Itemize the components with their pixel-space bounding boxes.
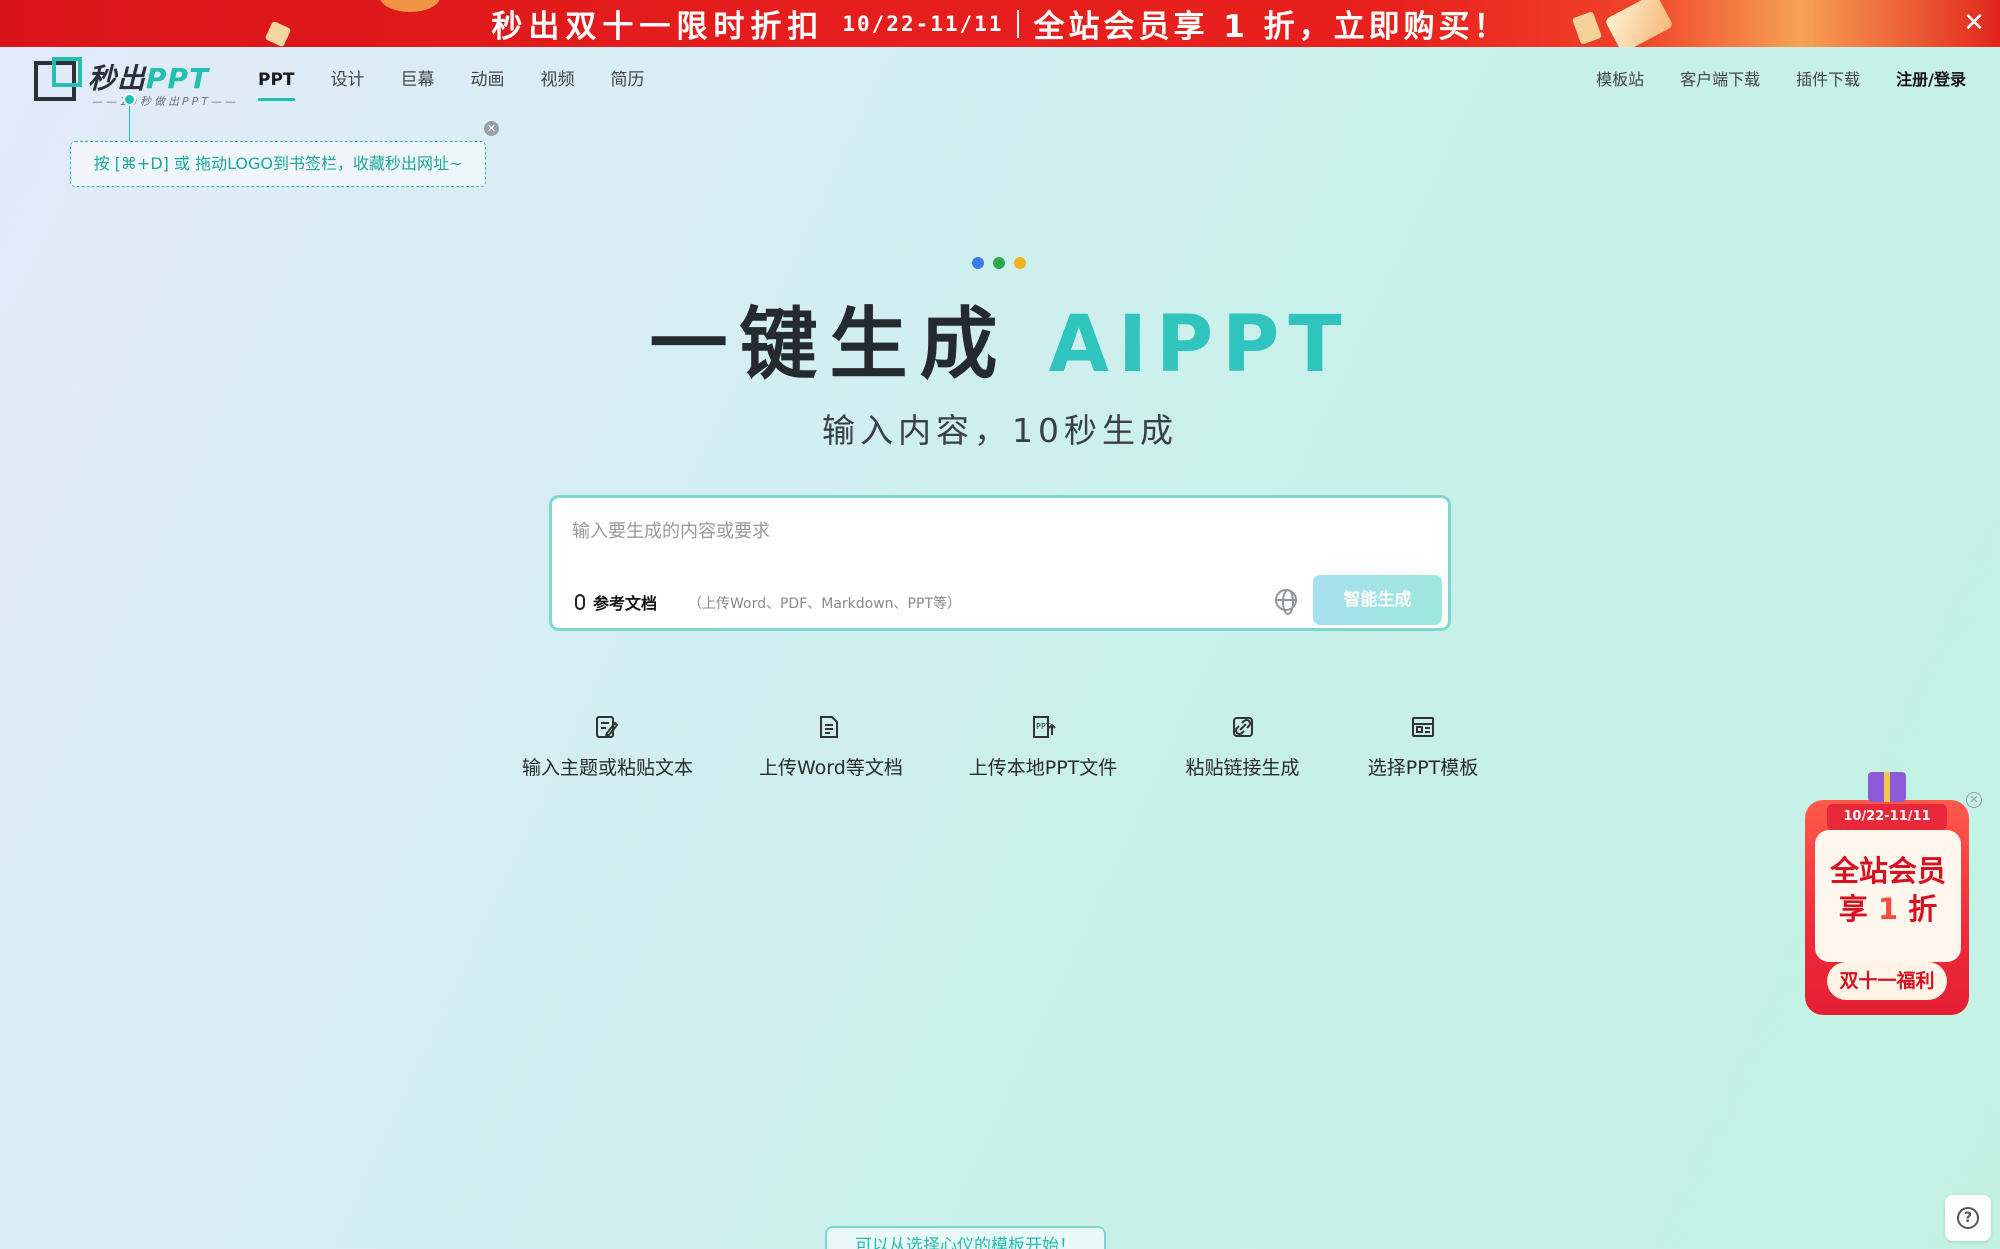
prompt-card: 参考文档 （上传Word、PDF、Markdown、PPT等） 智能生成 bbox=[549, 495, 1451, 631]
paperclip-icon bbox=[575, 594, 585, 610]
coupon-decoration bbox=[1604, 0, 1674, 47]
logo-mark-accent bbox=[52, 57, 82, 87]
bookmark-tooltip: 按 [⌘+D] 或 拖动LOGO到书签栏，收藏秒出网址~ bbox=[70, 141, 486, 187]
smart-generate-button[interactable]: 智能生成 bbox=[1313, 575, 1442, 625]
nav-item-animation[interactable]: 动画 bbox=[471, 47, 505, 113]
promo-benefit-button[interactable]: 双十一福利 bbox=[1827, 962, 1947, 1000]
ppt-upload-icon: PPT bbox=[1029, 713, 1057, 741]
banner-divider bbox=[1017, 9, 1020, 38]
dot-green bbox=[993, 257, 1005, 269]
promo-close-icon[interactable]: ✕ bbox=[1966, 792, 1982, 808]
template-site-link[interactable]: 模板站 bbox=[1596, 47, 1644, 113]
dot-blue bbox=[972, 257, 984, 269]
promo-line1: 全站会员 bbox=[1829, 854, 1946, 888]
link-icon bbox=[1229, 713, 1257, 741]
nav-item-video[interactable]: 视频 bbox=[541, 47, 575, 113]
nav-item-screen[interactable]: 巨幕 bbox=[401, 47, 435, 113]
banner-offer[interactable]: 全站会员享 1 折，立即购买！ bbox=[1033, 1, 1508, 46]
logo-tagline: ——10秒做出PPT—— bbox=[92, 95, 239, 108]
banner-close-icon[interactable]: ✕ bbox=[1958, 7, 1990, 39]
logo-text: 秒出PPT bbox=[88, 62, 210, 95]
envelope-decoration bbox=[264, 20, 292, 47]
plugin-download-link[interactable]: 插件下载 bbox=[1796, 47, 1860, 113]
banner-headline: 秒出双十一限时折扣 bbox=[491, 9, 825, 45]
client-download-link[interactable]: 客户端下载 bbox=[1680, 47, 1760, 113]
double11-promo-widget[interactable]: 10/22-11/11 全站会员 享 1 折 双十一福利 bbox=[1795, 772, 1975, 1022]
upload-hint: （上传Word、PDF、Markdown、PPT等） bbox=[688, 596, 961, 612]
dot-yellow bbox=[1014, 257, 1026, 269]
option-paste-link[interactable]: 粘贴链接生成 bbox=[1185, 713, 1300, 780]
svg-text:PPT: PPT bbox=[1036, 722, 1051, 731]
template-start-tab[interactable]: 可以从选择心仪的模板开始！ bbox=[825, 1226, 1106, 1249]
option-input-topic[interactable]: 输入主题或粘贴文本 bbox=[522, 713, 693, 780]
banner-date: 10/22-11/11 bbox=[842, 11, 1004, 36]
option-upload-word[interactable]: 上传Word等文档 bbox=[759, 713, 903, 780]
gift-icon bbox=[1868, 772, 1906, 802]
word-doc-icon bbox=[815, 713, 843, 741]
prompt-input[interactable] bbox=[572, 516, 1432, 546]
promo-banner[interactable]: 秒出双十一限时折扣 10/22-11/11 全站会员享 1 折，立即购买！ ✕ bbox=[0, 0, 2000, 47]
template-icon bbox=[1409, 713, 1437, 741]
hero-title: 一键生成 AIPPT bbox=[649, 300, 1351, 390]
envelope-decoration bbox=[1571, 11, 1603, 45]
promo-line2: 享 1 折 bbox=[1838, 892, 1938, 926]
option-upload-ppt[interactable]: PPT 上传本地PPT文件 bbox=[968, 713, 1118, 780]
tooltip-pointer-dot bbox=[123, 93, 136, 106]
loading-dots bbox=[972, 257, 1035, 269]
reference-doc-label: 参考文档 bbox=[593, 594, 658, 613]
nav-item-ppt[interactable]: PPT bbox=[258, 47, 295, 113]
reference-doc-button[interactable]: 参考文档 bbox=[575, 590, 657, 614]
option-choose-template[interactable]: 选择PPT模板 bbox=[1367, 713, 1479, 780]
login-register-link[interactable]: 注册/登录 bbox=[1896, 47, 1966, 113]
top-nav: 秒出PPT ——10秒做出PPT—— PPT 设计 巨幕 动画 视频 简历 模板… bbox=[0, 47, 2000, 113]
hero-title-accent: AIPPT bbox=[1048, 300, 1351, 390]
help-icon: ? bbox=[1957, 1207, 1979, 1229]
main-menu: PPT 设计 巨幕 动画 视频 简历 bbox=[258, 47, 681, 113]
nav-right-links: 模板站 客户端下载 插件下载 注册/登录 bbox=[1560, 47, 1966, 113]
globe-icon[interactable] bbox=[1275, 589, 1297, 615]
edit-doc-icon bbox=[593, 713, 621, 741]
promo-date: 10/22-11/11 bbox=[1827, 804, 1947, 830]
tooltip-close-icon[interactable]: ✕ bbox=[484, 121, 499, 136]
help-button[interactable]: ? bbox=[1945, 1195, 1991, 1241]
coin-decoration bbox=[380, 0, 440, 12]
nav-item-resume[interactable]: 简历 bbox=[611, 47, 645, 113]
nav-item-design[interactable]: 设计 bbox=[331, 47, 365, 113]
hero-subtitle: 输入内容，10秒生成 bbox=[822, 411, 1178, 450]
